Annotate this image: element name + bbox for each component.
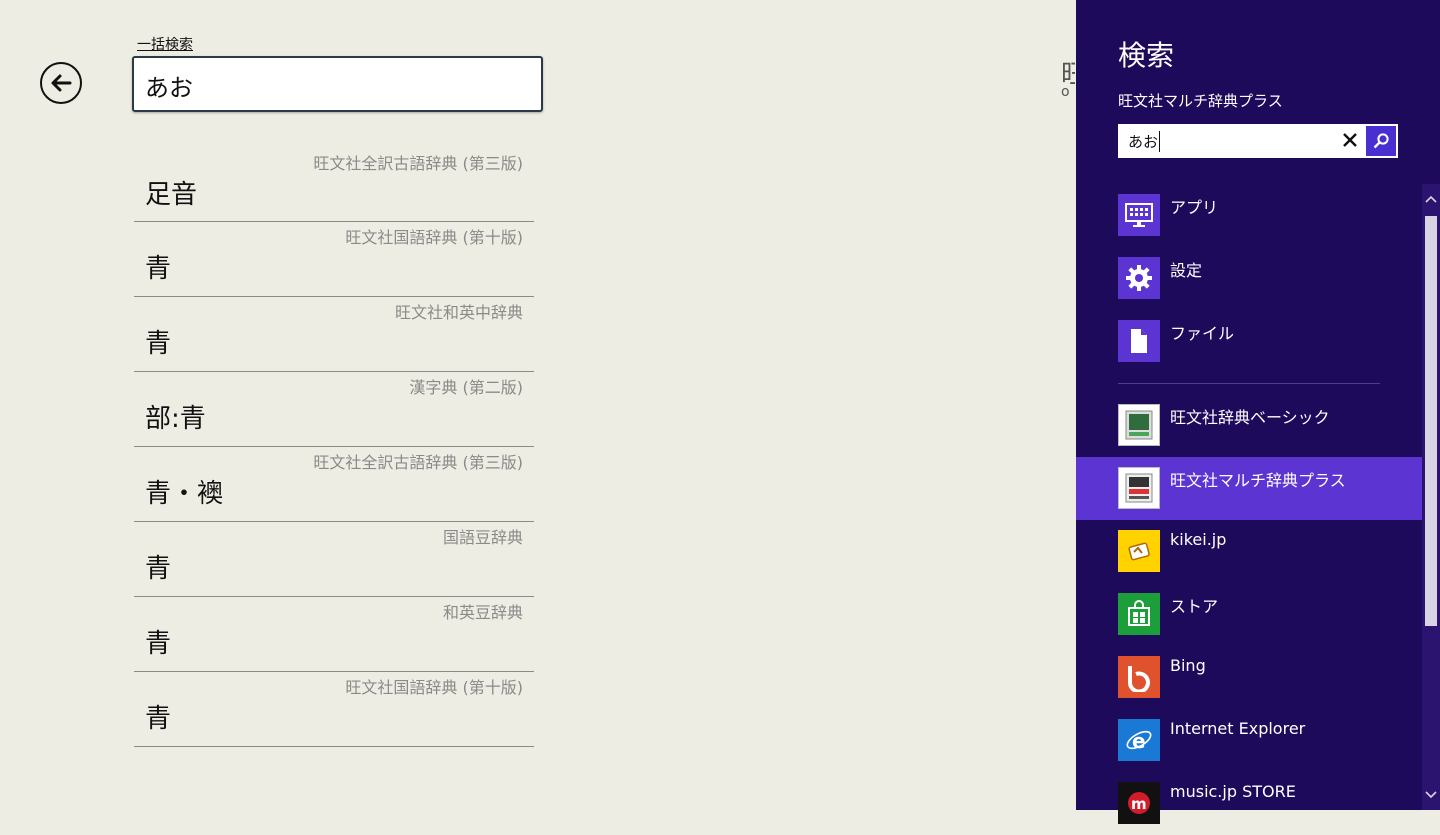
apps-icon: [1118, 194, 1160, 236]
gear-icon: [1118, 257, 1160, 299]
app-label: music.jp STORE: [1170, 782, 1296, 801]
charm-app-item-selected[interactable]: 旺文社マルチ辞典プラス: [1076, 457, 1422, 520]
result-source: 旺文社国語辞典 (第十版): [345, 228, 523, 247]
app-label: Bing: [1170, 656, 1206, 675]
file-icon: [1118, 320, 1160, 362]
charm-app-item[interactable]: ストア: [1076, 583, 1422, 646]
search-input[interactable]: あお: [132, 56, 543, 112]
charm-results-list: アプリ 設定 ファイル 旺文社辞典ベーシック 旺文社マルチ辞典プラス kikei…: [1076, 184, 1422, 835]
svg-text:m: m: [1131, 795, 1147, 813]
charm-search-input[interactable]: あお: [1128, 131, 1161, 152]
app-label: 旺文社辞典ベーシック: [1170, 408, 1330, 427]
result-item[interactable]: 旺文社和英中辞典 青: [134, 297, 534, 372]
result-item[interactable]: 旺文社全訳古語辞典 (第三版) 青・襖: [134, 447, 534, 522]
charm-app-item[interactable]: e Internet Explorer: [1076, 709, 1422, 772]
results-list: 旺文社全訳古語辞典 (第三版) 足音 旺文社国語辞典 (第十版) 青 旺文社和英…: [134, 148, 534, 747]
category-label: アプリ: [1170, 198, 1219, 217]
charm-search-box[interactable]: あお: [1118, 124, 1398, 158]
store-icon: [1118, 593, 1160, 635]
obunsha-basic-icon: [1118, 404, 1160, 446]
obunsha-multi-icon: [1118, 467, 1160, 509]
search-all-label[interactable]: 一括検索: [137, 34, 193, 54]
app-label: ストア: [1170, 597, 1219, 616]
result-source: 国語豆辞典: [442, 528, 523, 547]
result-word: 青: [145, 254, 172, 284]
result-source: 旺文社全訳古語辞典 (第三版): [313, 154, 523, 173]
result-source: 旺文社全訳古語辞典 (第三版): [313, 453, 523, 472]
charm-app-item[interactable]: kikei.jp: [1076, 520, 1422, 583]
scroll-down-icon[interactable]: [1422, 786, 1440, 804]
app-label: Internet Explorer: [1170, 719, 1306, 738]
charm-app-item[interactable]: 旺文社辞典ベーシック: [1076, 394, 1422, 457]
partial-page-title: 旺 o: [1061, 54, 1075, 104]
result-source: 和英豆辞典: [442, 603, 523, 622]
partial-title-sub: o: [1061, 84, 1070, 100]
kikei-icon: [1118, 530, 1160, 572]
category-label: ファイル: [1170, 324, 1235, 343]
charm-divider: [1118, 383, 1380, 384]
result-item[interactable]: 和英豆辞典 青: [134, 597, 534, 672]
charm-scrollbar[interactable]: [1422, 184, 1440, 810]
result-item[interactable]: 国語豆辞典 青: [134, 522, 534, 597]
ie-icon: e: [1118, 719, 1160, 761]
result-word: 青: [145, 554, 172, 584]
search-submit-button[interactable]: [1366, 126, 1396, 156]
category-label: 設定: [1170, 261, 1203, 280]
result-item[interactable]: 旺文社国語辞典 (第十版) 青: [134, 672, 534, 747]
result-item[interactable]: 旺文社国語辞典 (第十版) 青: [134, 222, 534, 297]
charm-category-settings[interactable]: 設定: [1076, 247, 1422, 310]
result-item[interactable]: 旺文社全訳古語辞典 (第三版) 足音: [134, 148, 534, 222]
result-word: 青・襖: [145, 479, 224, 509]
scroll-up-icon[interactable]: [1422, 190, 1440, 208]
clear-icon[interactable]: [1338, 128, 1362, 152]
search-charm-panel: 検索 旺文社マルチ辞典プラス あお アプリ 設定 ファイル 旺文社辞典ベーシック…: [1076, 0, 1440, 824]
scrollbar-thumb[interactable]: [1425, 216, 1437, 626]
result-item[interactable]: 漢字典 (第二版) 部:青: [134, 372, 534, 447]
back-arrow-icon: [51, 74, 72, 92]
charm-search-scope[interactable]: 旺文社マルチ辞典プラス: [1118, 90, 1283, 111]
app-label: 旺文社マルチ辞典プラス: [1170, 471, 1346, 490]
charm-category-apps[interactable]: アプリ: [1076, 184, 1422, 247]
musicjp-icon: m: [1118, 782, 1160, 824]
result-source: 旺文社国語辞典 (第十版): [345, 678, 523, 697]
result-source: 旺文社和英中辞典: [394, 303, 523, 322]
charm-title: 検索: [1118, 39, 1175, 72]
bing-icon: [1118, 656, 1160, 698]
result-word: 青: [145, 704, 172, 734]
result-word: 部:青: [145, 404, 206, 434]
charm-app-item[interactable]: m music.jp STORE: [1076, 772, 1422, 835]
charm-app-item[interactable]: Bing: [1076, 646, 1422, 709]
search-icon: [1373, 133, 1389, 149]
result-word: 足音: [145, 180, 198, 210]
result-source: 漢字典 (第二版): [409, 378, 523, 397]
app-label: kikei.jp: [1170, 530, 1227, 549]
svg-text:e: e: [1132, 729, 1146, 753]
result-word: 青: [145, 629, 172, 659]
back-button[interactable]: [40, 62, 82, 104]
result-word: 青: [145, 329, 172, 359]
charm-category-files[interactable]: ファイル: [1076, 310, 1422, 373]
